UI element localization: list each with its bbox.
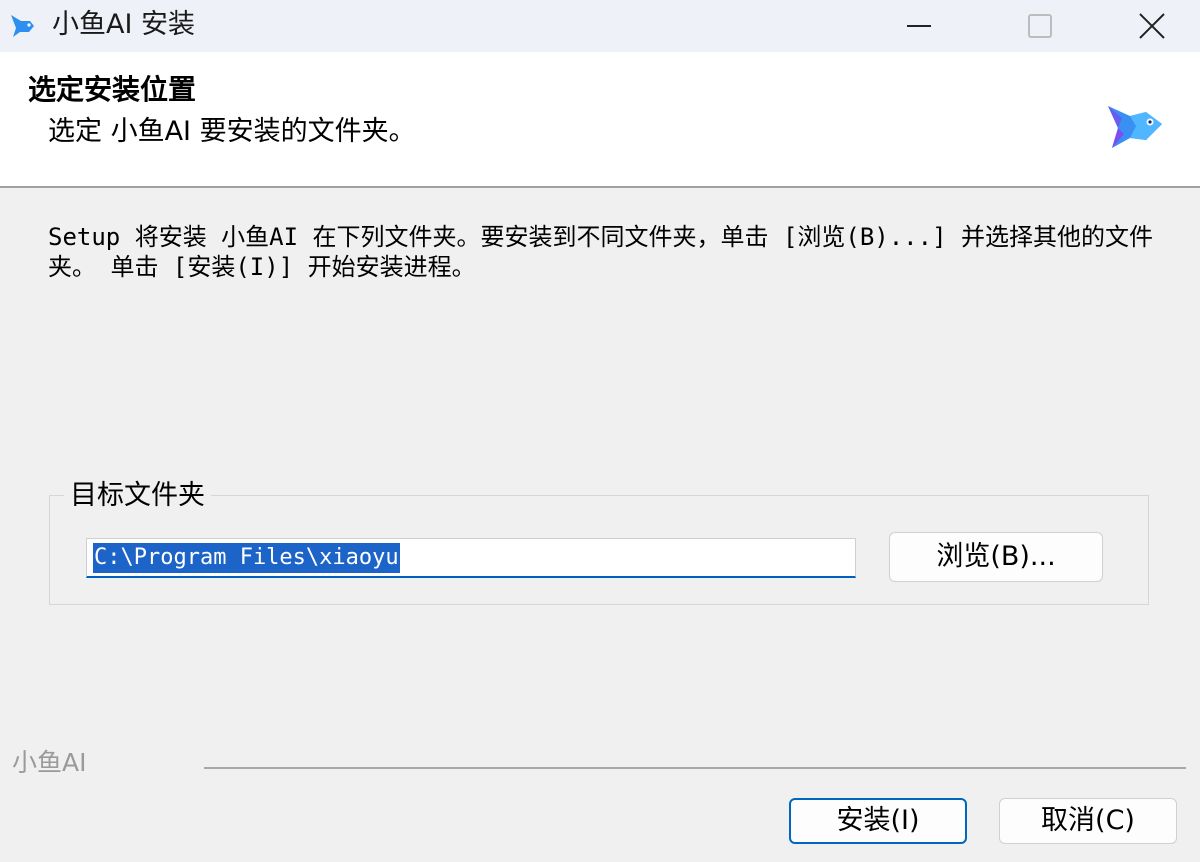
window-title: 小鱼AI 安装: [52, 9, 196, 40]
header-divider: [0, 186, 1200, 188]
browse-button[interactable]: 浏览(B)...: [889, 532, 1103, 582]
minimize-button[interactable]: [864, 0, 974, 52]
page-header: 选定安装位置 选定 小鱼AI 要安装的文件夹。: [0, 52, 1200, 186]
footer-divider: [204, 767, 1186, 769]
fish-icon: [11, 15, 34, 37]
page-subtitle: 选定 小鱼AI 要安装的文件夹。: [48, 116, 416, 147]
install-button[interactable]: 安装(I): [789, 798, 967, 844]
maximize-icon: [1028, 14, 1052, 38]
destination-folder-label: 目标文件夹: [64, 478, 211, 514]
brand-label: 小鱼AI: [12, 748, 87, 777]
maximize-button[interactable]: [985, 0, 1095, 52]
title-bar: 小鱼AI 安装: [0, 0, 1200, 52]
close-icon: [1139, 13, 1165, 39]
page-title: 选定安装位置: [28, 73, 197, 106]
fish-logo-icon: [1108, 106, 1162, 148]
minimize-icon: [907, 25, 931, 27]
install-description: Setup 将安装 小鱼AI 在下列文件夹。要安装到不同文件夹，单击 [浏览(B…: [48, 223, 1153, 281]
destination-path-value: C:\Program Files\xiaoyu: [93, 543, 400, 573]
destination-path-input[interactable]: C:\Program Files\xiaoyu: [86, 538, 856, 578]
close-button[interactable]: [1097, 0, 1200, 52]
cancel-button[interactable]: 取消(C): [999, 798, 1177, 844]
